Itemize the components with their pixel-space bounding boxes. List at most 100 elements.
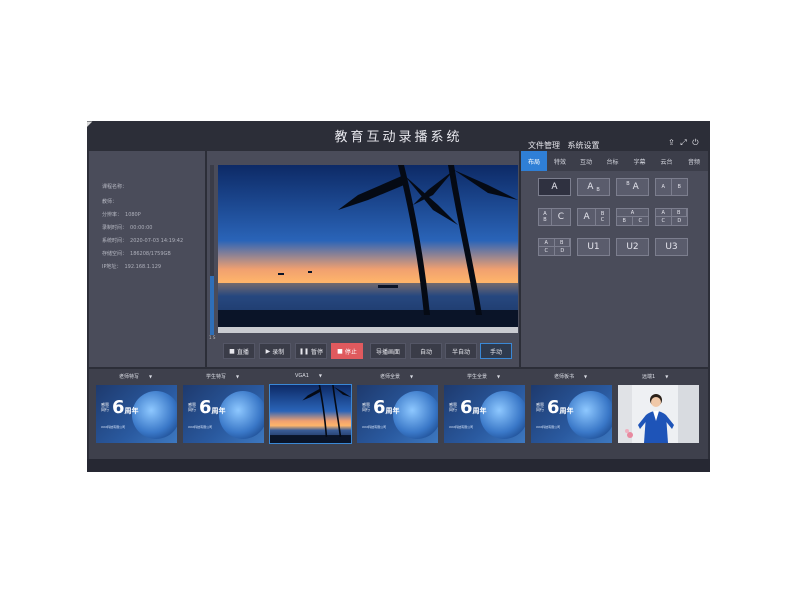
control-bar: ■ 直播 ▶ 录制 ❚❚ 暂停 ■ 停止 导播画面 自动 半自动 手动 [223, 343, 519, 361]
course-name-label: 课程名称： [102, 184, 128, 190]
tab-subtitle[interactable]: 字幕 [626, 151, 653, 171]
preview-video[interactable] [218, 165, 518, 333]
chevron-down-icon: ▼ [410, 374, 414, 379]
layout-quad-grid: A B C D [656, 209, 687, 225]
tab-ptz[interactable]: 云台 [653, 151, 680, 171]
system-settings-menu[interactable]: 系统设置 [568, 141, 600, 150]
layout-u3[interactable]: U3 [655, 238, 688, 256]
tab-interaction[interactable]: 互动 [573, 151, 599, 171]
ip-row: IP地址： 192.168.1.129 [102, 263, 161, 270]
source-label-2[interactable]: VGA1 ▼ [295, 373, 322, 379]
layout-abc-right-a: A [578, 209, 597, 225]
course-name-row: 课程名称： [102, 183, 127, 190]
layout-pip-br[interactable]: AB [577, 178, 610, 196]
source-thumb-5[interactable]: 感恩 同行 6周年 XXX科技有限公司 [531, 385, 612, 443]
tab-layout[interactable]: 布局 [521, 151, 547, 171]
tab-logo[interactable]: 台标 [599, 151, 626, 171]
slide-number-text: 6 [199, 397, 212, 418]
layout-quad-d: D [677, 218, 682, 224]
layout-quad[interactable]: A B C D [655, 208, 688, 226]
file-manage-menu[interactable]: 文件管理 [528, 141, 560, 150]
source-label-5[interactable]: 老师板书 ▼ [554, 373, 587, 380]
layout-multi-d: D [560, 248, 565, 254]
tab-audio[interactable]: 音频 [680, 151, 708, 171]
tab-effects[interactable]: 特效 [547, 151, 573, 171]
layout-abc-top[interactable]: A BC [616, 208, 649, 226]
source-label-3-text: 老师全景 [380, 374, 401, 380]
info-panel: 课程名称： 教师： 分辨率： 1080P 录制时间： 00:00:00 系统时间： 2… [89, 151, 205, 367]
system-time-row: 系统时间： 2020-07-03 14:19:42 [102, 237, 183, 244]
slide-number-text: 6 [112, 397, 125, 418]
layout-multi-grid: A B C D [539, 239, 570, 255]
layout-abc-right[interactable]: A BC [577, 208, 610, 226]
source-label-2-text: VGA1 [295, 373, 309, 379]
layout-u1[interactable]: U1 [577, 238, 610, 256]
app-window: ◤ 教育互动录播系统 文件管理 系统设置 ⇪ ⤢ ⏻ 课程名称： 教师： 分辨率… [87, 121, 710, 472]
source-label-4[interactable]: 学生全景 ▼ [467, 373, 500, 380]
slide-number-text: 6 [460, 397, 473, 418]
layout-u2-label: U2 [626, 242, 639, 252]
slide-line2: 同行 [449, 407, 457, 412]
pause-label: 暂停 [311, 348, 324, 356]
layout-multi-c: C [539, 247, 555, 255]
layout-abc-right-stack: BC [596, 209, 609, 225]
layout-multi[interactable]: A B C D [538, 238, 571, 256]
slide-number-text: 6 [547, 397, 560, 418]
layout-single-label: A [551, 182, 558, 192]
fullscreen-icon[interactable]: ⤢ [680, 138, 686, 147]
stop-button[interactable]: ■ 停止 [331, 343, 363, 359]
source-thumb-4[interactable]: 感恩 同行 6周年 XXX科技有限公司 [444, 385, 525, 443]
upload-icon[interactable]: ⇪ [668, 138, 675, 147]
source-label-1[interactable]: 学生特写 ▼ [206, 373, 239, 380]
slide-globe [132, 391, 177, 439]
slide-company: XXX科技有限公司 [449, 425, 474, 429]
power-icon[interactable]: ⏻ [692, 138, 698, 147]
status-bar [87, 459, 710, 472]
layout-pip-tl-sub: B [626, 181, 630, 187]
source-label-3[interactable]: 老师全景 ▼ [380, 373, 413, 380]
system-time-value: 2020-07-03 14:19:42 [130, 238, 184, 244]
live-button[interactable]: ■ 直播 [223, 343, 255, 359]
audio-level-label: 1 S [209, 335, 216, 340]
layout-pip-tl-main: A [632, 182, 639, 192]
layout-abc-right-grid: A BC [578, 209, 609, 225]
source-thumb-6[interactable] [618, 385, 699, 443]
layout-pip-tl[interactable]: BA [616, 178, 649, 196]
source-thumb-3[interactable]: 感恩 同行 6周年 XXX科技有限公司 [357, 385, 438, 443]
guide-screen-button[interactable]: 导播画面 [370, 343, 406, 359]
title-bar: 教育互动录播系统 文件管理 系统设置 ⇪ ⤢ ⏻ [87, 121, 710, 151]
stop-icon: ■ [337, 347, 343, 355]
semi-auto-button[interactable]: 半自动 [445, 343, 477, 359]
manual-button[interactable]: 手动 [480, 343, 512, 359]
slide-company: XXX科技有限公司 [188, 425, 213, 429]
layout-abc-top-a: A [617, 209, 648, 217]
slide-image: 感恩 同行 6周年 XXX科技有限公司 [357, 385, 438, 443]
teacher-row: 教师： [102, 198, 117, 205]
source-thumb-0[interactable]: 感恩 同行 6周年 XXX科技有限公司 [96, 385, 177, 443]
ip-label: IP地址： [102, 264, 122, 270]
camera-icon: ■ [229, 347, 235, 355]
slide-text: 感恩 同行 [362, 402, 370, 412]
slide-line2: 同行 [362, 407, 370, 412]
source-thumb-1[interactable]: 感恩 同行 6周年 XXX科技有限公司 [183, 385, 264, 443]
layout-u2[interactable]: U2 [616, 238, 649, 256]
layout-single[interactable]: A [538, 178, 571, 196]
record-time-row: 录制时间： 00:00:00 [102, 224, 152, 231]
layout-abc-top-b: B [617, 217, 633, 225]
source-thumb-2[interactable] [269, 384, 352, 444]
pause-button[interactable]: ❚❚ 暂停 [295, 343, 327, 359]
slide-number: 6周年 [460, 397, 487, 418]
source-label-6[interactable]: 远端1 ▼ [642, 373, 668, 380]
slide-image: 感恩 同行 6周年 XXX科技有限公司 [96, 385, 177, 443]
storage-label: 存储空间： [102, 251, 128, 257]
pause-icon: ❚❚ [298, 347, 310, 355]
layout-abc-left-c: C [557, 212, 565, 222]
layout-abc-left[interactable]: AB C [538, 208, 571, 226]
auto-button[interactable]: 自动 [410, 343, 442, 359]
slide-globe [219, 391, 264, 439]
source-label-0[interactable]: 老师特写 ▼ [119, 373, 152, 380]
layout-abc-left-b: B [543, 217, 547, 223]
layout-split-ab[interactable]: AB [655, 178, 688, 196]
storage-value: 186208/1759GB [130, 251, 171, 257]
record-button[interactable]: ▶ 录制 [259, 343, 291, 359]
